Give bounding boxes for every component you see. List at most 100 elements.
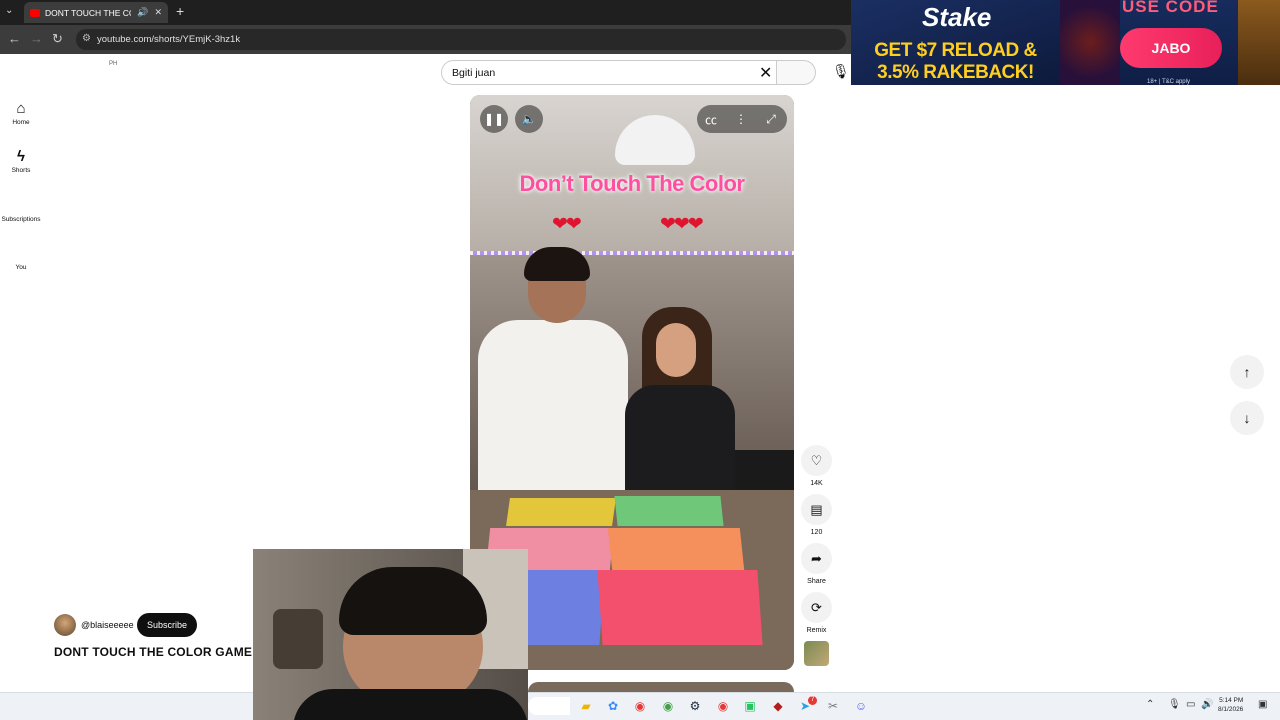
ad-headline: GET $7 RELOAD & 3.5% RAKEBACK! [874, 40, 1037, 83]
like-button[interactable]: ♡ 14K [801, 445, 832, 487]
color-mat-green [614, 496, 724, 526]
arrow-down-icon: ↓ [1243, 410, 1251, 426]
video-woman-body [625, 385, 735, 505]
webcam-chair [273, 609, 323, 669]
hearts-right: ❤❤❤ [660, 214, 704, 235]
country-code: PH [109, 61, 118, 67]
game-icon[interactable]: ◆ [769, 697, 787, 715]
remix-button[interactable]: ⟳ Remix [801, 592, 832, 634]
reload-icon[interactable]: ↻ [52, 31, 63, 47]
notification-badge: 7 [808, 696, 817, 705]
tray-chevron-icon[interactable]: ⌃ [1146, 699, 1154, 710]
video-man-hair [524, 247, 590, 281]
search-input[interactable]: Bgiti juan [441, 60, 777, 85]
file-explorer-icon[interactable]: ▰ [577, 697, 595, 715]
remix-label: Remix [806, 627, 827, 634]
like-icon: ♡ [801, 445, 832, 476]
share-button[interactable]: ➦ Share [801, 543, 832, 585]
channel-avatar[interactable] [54, 614, 76, 636]
audio-thumbnail[interactable] [804, 641, 829, 666]
video-title: DONT TOUCH THE COLOR GAME [54, 645, 253, 659]
tab-audio-icon[interactable]: 🔊 [137, 7, 148, 18]
search-button[interactable] [776, 60, 816, 85]
tray-mic-icon[interactable]: 🎙 [1168, 699, 1181, 710]
color-mat-yellow [506, 498, 616, 526]
address-bar[interactable]: ⚙ youtube.com/shorts/YEmjK-3hz1k [76, 29, 846, 50]
comment-icon: ▤ [801, 494, 832, 525]
ad-use-code-label: USE CODE [1122, 0, 1219, 16]
microphone-icon[interactable]: 🎙 [832, 63, 850, 80]
network-icon[interactable]: ▭ [1186, 699, 1195, 710]
webcam-hair [339, 567, 487, 635]
new-tab-button[interactable]: + [176, 3, 184, 19]
hearts-left: ❤❤ [552, 214, 582, 235]
ad-cricket-ball-image [1060, 0, 1120, 85]
chrome-profile-icon[interactable]: ◉ [659, 697, 677, 715]
sidebar-item-shorts[interactable]: ϟ Shorts [0, 148, 42, 175]
subscribe-button[interactable]: Subscribe [137, 613, 197, 637]
home-icon: ⌂ [16, 100, 26, 117]
tab-search-chevron-icon[interactable]: ⌄ [5, 5, 13, 16]
share-label: Share [807, 578, 826, 585]
browser-tab[interactable]: DONT TOUCH THE COLOR GAME 🔊 ✕ [24, 2, 168, 23]
previous-short-button[interactable]: ↑ [1230, 355, 1264, 389]
ad-brand-logo: Stake [922, 2, 992, 32]
comments-button[interactable]: ▤ 120 [801, 494, 832, 536]
steam-icon[interactable]: ⚙ [686, 697, 704, 715]
youtube-favicon-icon [30, 8, 40, 17]
sidebar-item-home[interactable]: ⌂ Home [0, 100, 42, 127]
sidebar-item-label: Home [12, 119, 30, 126]
chrome-alt-icon[interactable]: ◉ [714, 697, 732, 715]
more-options-icon[interactable]: ⋮ [727, 105, 755, 133]
sidebar-item-label: You [15, 264, 27, 271]
discord-icon[interactable]: ☺ [852, 697, 870, 715]
url-text: youtube.com/shorts/YEmjK-3hz1k [97, 34, 241, 45]
stake-ad-banner[interactable]: Stake GET $7 RELOAD & 3.5% RAKEBACK! USE… [851, 0, 1280, 85]
comment-count: 120 [810, 529, 823, 536]
video-man-body [478, 320, 628, 505]
sidebar-item-label: Subscriptions [1, 216, 41, 223]
taskbar-search-box[interactable] [528, 697, 570, 715]
copilot-icon[interactable]: ✿ [604, 697, 622, 715]
forward-icon[interactable]: → [30, 31, 43, 46]
tab-title: DONT TOUCH THE COLOR GAME [45, 7, 131, 18]
like-count: 14K [810, 480, 823, 487]
back-icon[interactable]: ← [8, 31, 21, 46]
webcam-shirt [293, 689, 528, 720]
speaker-icon[interactable]: 🔊 [1201, 699, 1213, 710]
app-icon[interactable]: ▣ [741, 697, 759, 715]
next-short-button[interactable]: ↓ [1230, 401, 1264, 435]
notification-center-icon[interactable]: ▣ [1258, 699, 1267, 710]
video-overlay-title: Don’t Touch The Color [519, 171, 745, 196]
share-icon: ➦ [801, 543, 832, 574]
snipping-tool-icon[interactable]: ✂ [824, 697, 842, 715]
video-woman-face [656, 323, 696, 377]
arrow-up-icon: ↑ [1243, 364, 1251, 380]
sidebar-item-you[interactable]: You [0, 262, 42, 271]
shorts-icon: ϟ [17, 148, 25, 165]
streamer-webcam [253, 549, 528, 720]
volume-icon[interactable]: 🔈 [515, 105, 543, 133]
ad-code-button[interactable]: JABO [1120, 28, 1222, 68]
chrome-icon[interactable]: ◉ [631, 697, 649, 715]
color-mat-orange [607, 528, 745, 570]
sidebar-item-subscriptions[interactable]: Subscriptions [0, 214, 42, 223]
color-mat-red [597, 570, 763, 645]
site-info-icon[interactable]: ⚙ [82, 33, 91, 44]
fullscreen-icon[interactable]: ⤢ [757, 105, 785, 133]
clock-date: 8/1/2026 [1218, 706, 1244, 713]
sidebar-item-label: Shorts [11, 167, 31, 174]
pause-icon[interactable]: ❚❚ [480, 105, 508, 133]
ad-fine-print: 18+ | T&C apply [1147, 79, 1190, 85]
video-led-strip [470, 251, 794, 255]
remix-icon: ⟳ [801, 592, 832, 623]
close-tab-icon[interactable]: ✕ [154, 7, 162, 18]
search-query: Bgiti juan [452, 66, 496, 79]
channel-handle[interactable]: @blaiseeeee [81, 620, 134, 630]
clear-search-icon[interactable]: ✕ [759, 63, 772, 83]
ad-decoration-image [1238, 0, 1280, 85]
taskbar-clock[interactable]: 5:14 PM 8/1/2026 [1218, 696, 1243, 714]
captions-icon[interactable]: ㏄ [697, 105, 725, 133]
clock-time: 5:14 PM [1219, 697, 1244, 704]
next-short-preview[interactable] [528, 682, 794, 692]
